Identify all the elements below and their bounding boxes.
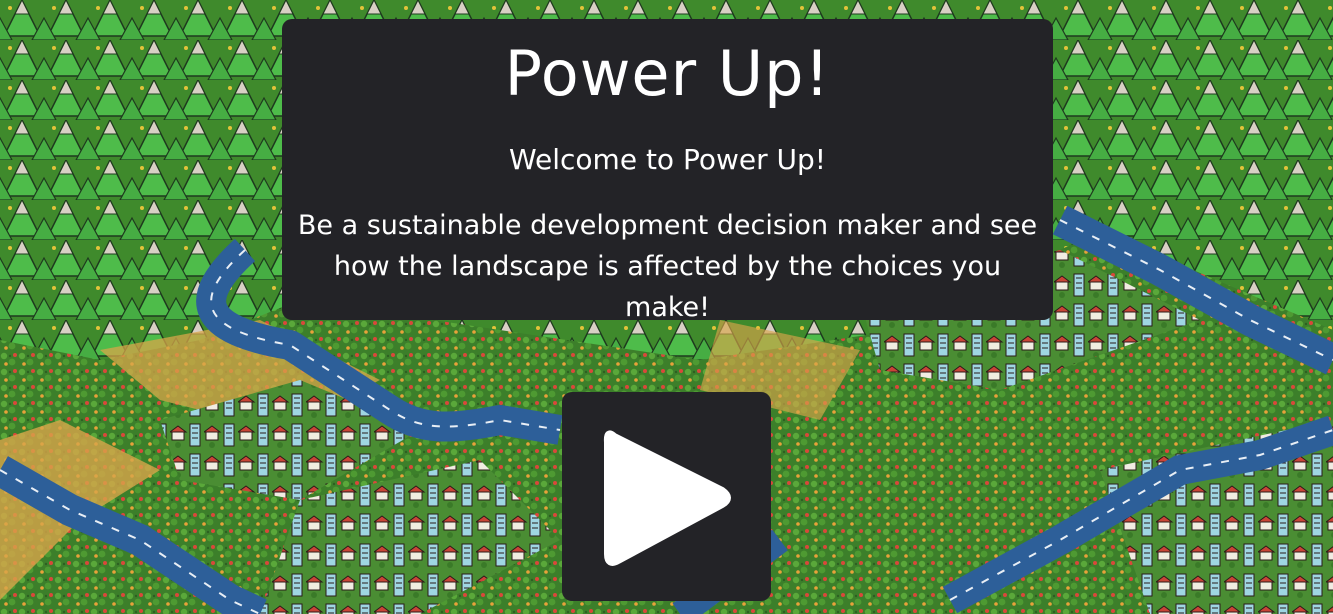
play-button[interactable] [562, 392, 771, 601]
welcome-text: Welcome to Power Up! [508, 143, 827, 176]
game-description: Be a sustainable development decision ma… [297, 210, 1038, 323]
game-title: Power Up! [504, 37, 831, 110]
play-icon [603, 430, 731, 566]
intro-panel: Power Up! Welcome to Power Up! Be a sust… [282, 19, 1053, 323]
